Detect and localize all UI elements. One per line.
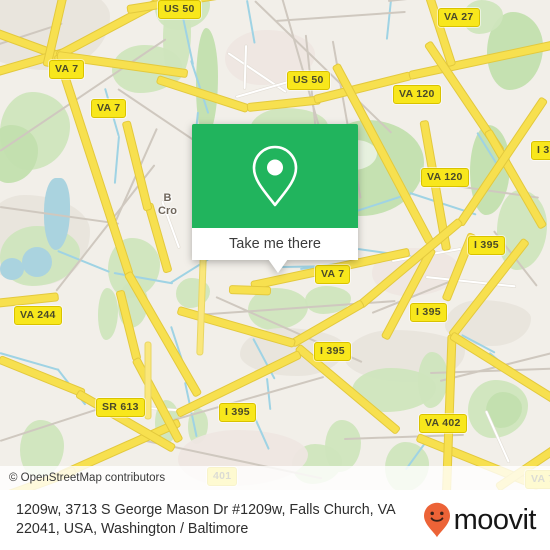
stream [386, 0, 392, 40]
moovit-logo[interactable]: moovit [423, 502, 537, 538]
road-shield: SR 613 [96, 398, 145, 417]
highway-segment [229, 286, 271, 295]
road-shield: I 395 [314, 342, 351, 361]
place-label-line1: B [163, 192, 172, 204]
road-shield: I 395 [410, 303, 447, 322]
road-shield: US 50 [287, 71, 330, 90]
place-label-line2: Cro [158, 205, 177, 217]
osm-attribution-text[interactable]: © OpenStreetMap contributors [0, 472, 165, 484]
park-patch [497, 190, 547, 270]
moovit-pin-icon [423, 502, 450, 538]
highway-segment [145, 342, 151, 419]
moovit-map-screenshot: B Cro VA 27 US 50 US 50 VA 120 VA 7 VA 7 VA 12… [0, 0, 550, 550]
popup-header [192, 124, 358, 228]
highway-segment [0, 356, 85, 397]
road-shield: VA 7 [49, 60, 85, 79]
footer-bar: 1209w, 3713 S George Mason Dr #1209w, Fa… [0, 490, 550, 550]
road-shield: I 395 [468, 236, 505, 255]
road-shield: I 3 [531, 141, 550, 160]
road-shield: US 50 [158, 0, 201, 19]
place-label-baileys-crossroads: B Cro [158, 192, 177, 218]
road-shield: VA 27 [438, 8, 480, 27]
road-shield: VA 120 [421, 168, 469, 187]
lake [22, 247, 52, 277]
popup-tail [268, 259, 288, 273]
minor-road [275, 10, 406, 22]
road-shield: VA 402 [419, 414, 467, 433]
address-text: 1209w, 3713 S George Mason Dr #1209w, Fa… [16, 502, 395, 537]
road-shield: VA 7 [91, 99, 127, 118]
road-shield: VA 120 [393, 85, 441, 104]
take-me-there-label: Take me there [229, 236, 321, 252]
map-pin-icon [252, 145, 298, 207]
road-shield: VA 244 [14, 306, 62, 325]
road-shield: VA 7 [315, 265, 351, 284]
park-patch [98, 288, 118, 340]
minor-road [387, 0, 550, 2]
park-patch [176, 278, 210, 308]
location-popup[interactable]: Take me there [192, 124, 358, 273]
popup-footer[interactable]: Take me there [192, 228, 358, 260]
stream [114, 135, 120, 184]
road-shield: I 395 [219, 403, 256, 422]
lake [0, 258, 24, 280]
map-attribution-bar: © OpenStreetMap contributors [0, 466, 550, 490]
highway-segment [0, 293, 59, 307]
moovit-wordmark: moovit [453, 503, 537, 536]
stream [266, 378, 272, 410]
map-canvas[interactable]: B Cro VA 27 US 50 US 50 VA 120 VA 7 VA 7 VA 12… [0, 0, 550, 490]
